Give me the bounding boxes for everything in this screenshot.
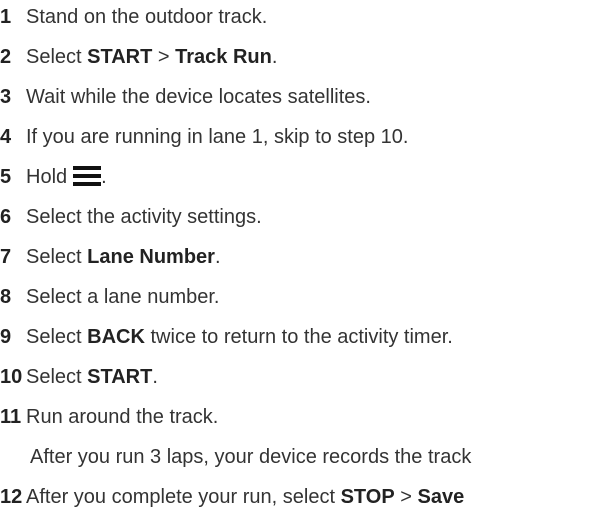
step-text: After you complete your run, select STOP…	[26, 486, 464, 508]
step-segment: >	[394, 486, 418, 508]
step-10: 10 Select START.	[0, 365, 158, 389]
step-segment: Select	[26, 246, 88, 268]
step-number: 3	[0, 86, 12, 108]
step-text: Select a lane number.	[26, 286, 219, 308]
step-text: Stand on the outdoor track.	[26, 6, 267, 28]
step-segment: Select the activity settings.	[26, 206, 262, 228]
step-number: 1	[0, 6, 12, 28]
step-segment: >	[152, 46, 176, 68]
step-number: 2	[0, 46, 12, 68]
step-keyword: Lane Number	[87, 246, 215, 268]
step-segment: .	[101, 166, 107, 188]
step-segment: After you run 3 laps, your device record…	[30, 446, 472, 468]
step-1: 1 Stand on the outdoor track.	[0, 5, 267, 29]
step-3: 3 Wait while the device locates satellite…	[0, 85, 371, 109]
step-segment: Select	[26, 366, 88, 388]
step-segment: Run around the track.	[26, 406, 219, 428]
step-8: 8 Select a lane number.	[0, 285, 219, 309]
step-segment: After you complete your run, select	[26, 486, 341, 508]
step-text: Run around the track.	[26, 406, 218, 428]
step-number: 9	[0, 326, 12, 348]
step-segment: If you are running in lane 1, skip to st…	[26, 126, 409, 148]
step-text: Select START > Track Run.	[26, 46, 277, 68]
step-segment: .	[214, 246, 221, 268]
step-segment: Select	[26, 326, 88, 348]
step-segment: .	[152, 366, 158, 388]
step-number: 11	[0, 406, 22, 428]
step-segment: Select a lane number.	[26, 286, 220, 308]
step-number: 12	[0, 486, 23, 508]
step-number: 5	[0, 166, 12, 188]
step-keyword: BACK	[87, 326, 145, 348]
step-segment: twice to return to the activity timer.	[144, 326, 453, 348]
step-2: 2 Select START > Track Run.	[0, 45, 277, 69]
step-segment: Stand on the outdoor track.	[26, 6, 268, 28]
step-number: 10	[0, 366, 23, 388]
step-segment: Select	[26, 46, 88, 68]
step-segment: .	[271, 46, 278, 68]
step-number: 8	[0, 286, 12, 308]
step-keyword: Save	[417, 486, 465, 508]
step-text: Select START.	[26, 366, 158, 388]
step-7: 7 Select Lane Number.	[0, 245, 221, 269]
step-text: Select BACK twice to return to the activ…	[26, 326, 453, 348]
step-segment: Hold	[26, 166, 68, 188]
step-text: After you run 3 laps, your device record…	[30, 446, 471, 468]
step-segment: Wait while the device locates satellites…	[26, 86, 371, 108]
step-number: 6	[0, 206, 12, 228]
step-keyword: START	[87, 46, 153, 68]
menu-icon	[73, 166, 102, 186]
step-keyword: Track Run	[175, 46, 272, 68]
step-number: 4	[0, 126, 12, 148]
instruction-steps: 1 Stand on the outdoor track. 2 Select STAR…	[0, 0, 615, 517]
step-text: Select Lane Number.	[26, 246, 221, 268]
step-9: 9 Select BACK twice to return to the acti…	[0, 325, 453, 349]
step-keyword: START	[87, 366, 153, 388]
step-11: 11 Run around the track.	[0, 405, 218, 429]
step-5: 5 Hold.	[0, 165, 107, 189]
step-12: 12 After you complete your run, select ST…	[0, 485, 464, 509]
step-11-note: After you run 3 laps, your device record…	[0, 445, 471, 469]
step-6: 6 Select the activity settings.	[0, 205, 262, 229]
step-text: Select the activity settings.	[26, 206, 262, 228]
step-4: 4 If you are running in lane 1, skip to s…	[0, 125, 408, 149]
step-text: If you are running in lane 1, skip to st…	[26, 126, 408, 148]
step-keyword: STOP	[340, 486, 395, 508]
step-number: 7	[0, 246, 12, 268]
step-text: Wait while the device locates satellites…	[26, 86, 371, 108]
step-text: Hold.	[26, 166, 107, 188]
